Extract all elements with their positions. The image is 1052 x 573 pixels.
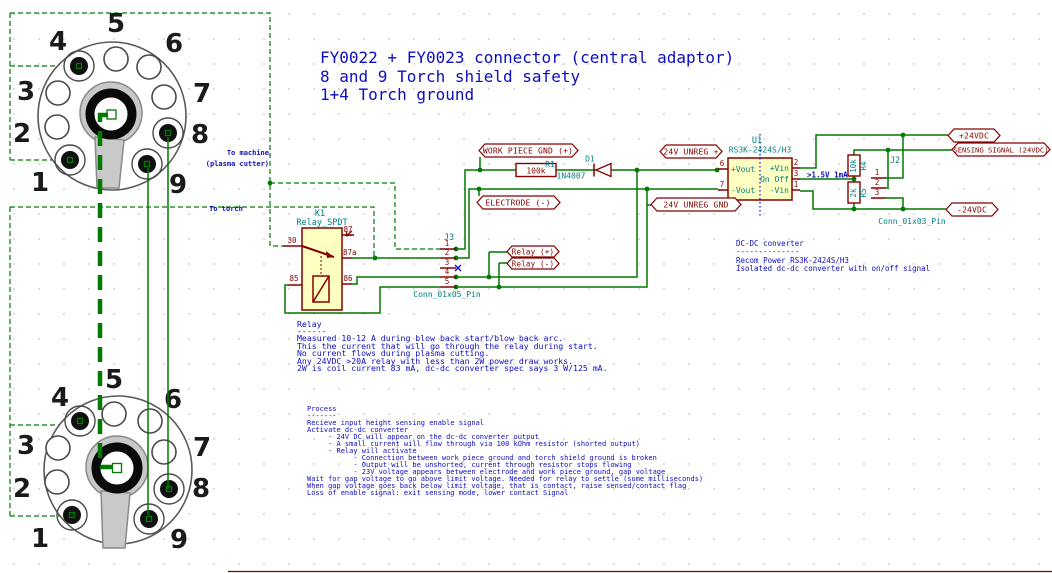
svg-text:Isolated dc-dc converter with: Isolated dc-dc converter with on/off sig…	[736, 264, 930, 273]
svg-text:24V UNREG +: 24V UNREG +	[663, 148, 718, 157]
title-line-3: 1+4 Torch ground	[320, 85, 474, 104]
hole-7	[152, 85, 176, 109]
svg-text:Loss of enable signal: exit se: Loss of enable signal: exit sensing mode…	[307, 489, 568, 497]
label-relay-minus[interactable]: Relay (-)	[507, 258, 559, 269]
r4-ref: R4	[859, 161, 868, 171]
label-24v-unreg-plus[interactable]: 24V UNREG +	[660, 145, 722, 158]
svg-text:7: 7	[193, 79, 211, 109]
svg-text:6: 6	[164, 385, 182, 415]
svg-text:8: 8	[191, 120, 209, 150]
svg-text:-Vout: -Vout	[731, 186, 755, 195]
svg-text:1: 1	[794, 180, 799, 189]
svg-text:5: 5	[107, 9, 125, 39]
svg-text:3: 3	[17, 431, 35, 461]
svg-text:7: 7	[720, 180, 725, 189]
svg-text:2: 2	[875, 178, 880, 187]
svg-text:3: 3	[445, 258, 450, 267]
label-work-piece-gnd[interactable]: WORK PIECE GND (+)	[479, 144, 578, 157]
r5-value: 2k	[849, 188, 858, 198]
svg-text:4: 4	[445, 267, 450, 276]
to-machine-line1: To machine	[227, 149, 269, 157]
svg-text:87: 87	[343, 225, 352, 234]
hole-5	[102, 402, 126, 426]
d1-value: 1N4007	[557, 172, 586, 181]
j3-value: Conn_01x05_Pin	[413, 290, 481, 299]
svg-text:86: 86	[343, 274, 353, 283]
label-sensing-signal[interactable]: SENSING SIGNAL (24VDC)	[952, 143, 1050, 156]
svg-text:2: 2	[794, 158, 799, 167]
r1-ref: R1	[545, 160, 555, 169]
svg-text:30: 30	[287, 236, 297, 245]
svg-text:+Vin: +Vin	[770, 164, 789, 173]
svg-text:-Vin: -Vin	[770, 186, 789, 195]
svg-text:ELECTRODE (-): ELECTRODE (-)	[485, 199, 550, 208]
j2-ref: J2	[890, 156, 900, 166]
svg-text:2: 2	[13, 119, 31, 149]
r1-value: 100k	[526, 167, 545, 176]
svg-text:2: 2	[13, 474, 31, 504]
label-relay-plus[interactable]: Relay (+)	[507, 246, 559, 257]
r5-ref: R5	[859, 188, 868, 197]
svg-text:--------------: --------------	[736, 247, 799, 256]
hole-3	[46, 436, 70, 460]
svg-text:3: 3	[17, 77, 35, 107]
svg-text:87a: 87a	[343, 248, 357, 257]
svg-text:5: 5	[445, 277, 450, 286]
hole-3	[46, 81, 70, 105]
u1-ref: U1	[752, 136, 762, 146]
svg-text:9: 9	[170, 525, 188, 555]
svg-text:2: 2	[445, 248, 450, 257]
svg-text:24V UNREG GND: 24V UNREG GND	[663, 201, 728, 210]
label-minus-24vdc[interactable]: -24VDC	[946, 203, 998, 216]
svg-text:On Off: On Off	[760, 175, 789, 184]
svg-text:+24VDC: +24VDC	[959, 132, 989, 141]
label-plus-24vdc[interactable]: +24VDC	[948, 129, 1000, 142]
svg-text:85: 85	[289, 274, 298, 283]
svg-text:6: 6	[720, 159, 725, 168]
to-machine-line2: (plasma cutter)	[206, 160, 269, 168]
title-line-2: 8 and 9 Torch shield safety	[320, 67, 580, 86]
svg-text:3: 3	[794, 169, 799, 178]
svg-text:Relay (+): Relay (+)	[512, 248, 554, 257]
svg-text:SENSING SIGNAL (24VDC): SENSING SIGNAL (24VDC)	[953, 146, 1048, 155]
svg-text:Relay (-): Relay (-)	[512, 260, 554, 269]
svg-text:+Vout: +Vout	[731, 165, 755, 174]
hole-6	[137, 55, 161, 79]
svg-text:1: 1	[875, 168, 880, 177]
svg-text:1: 1	[31, 524, 49, 554]
svg-text:4: 4	[51, 383, 69, 413]
label-electrode[interactable]: ELECTRODE (-)	[477, 196, 560, 209]
r4-value: 10k	[849, 159, 858, 173]
svg-text:4: 4	[49, 27, 67, 57]
svg-text:2W is coil current 83 mA, dc-d: 2W is coil current 83 mA, dc-dc converte…	[297, 363, 608, 373]
hole-6	[138, 409, 162, 433]
svg-text:8: 8	[192, 474, 210, 504]
k1-value: Relay_SPDT	[296, 218, 347, 228]
svg-text:1: 1	[445, 239, 450, 248]
label-24v-unreg-gnd[interactable]: 24V UNREG GND	[651, 198, 741, 211]
hole-7	[152, 440, 176, 464]
hole-5	[104, 47, 128, 71]
d1-ref: D1	[585, 155, 595, 164]
svg-text:1: 1	[31, 168, 49, 198]
schematic-canvas: 1 2 3 4 5 6 7 8 9 1 2 3 4	[0, 0, 1052, 573]
svg-text:3: 3	[875, 188, 880, 197]
svg-text:6: 6	[165, 29, 183, 59]
u1-value: RS3K-2424S/H3	[729, 146, 792, 155]
svg-text:5: 5	[105, 365, 123, 395]
svg-text:9: 9	[169, 170, 187, 200]
hole-2	[45, 115, 69, 139]
title-line-1: FY0022 + FY0023 connector (central adapt…	[320, 48, 734, 67]
to-torch: To torch	[209, 205, 243, 213]
onoff-current-note[interactable]: >1.5V 1mA	[807, 171, 848, 180]
j2-value: Conn_01x03_Pin	[878, 217, 946, 226]
svg-text:-24VDC: -24VDC	[957, 206, 987, 215]
svg-text:WORK PIECE GND (+): WORK PIECE GND (+)	[483, 147, 573, 156]
hole-2	[45, 470, 69, 494]
svg-text:7: 7	[193, 433, 211, 463]
